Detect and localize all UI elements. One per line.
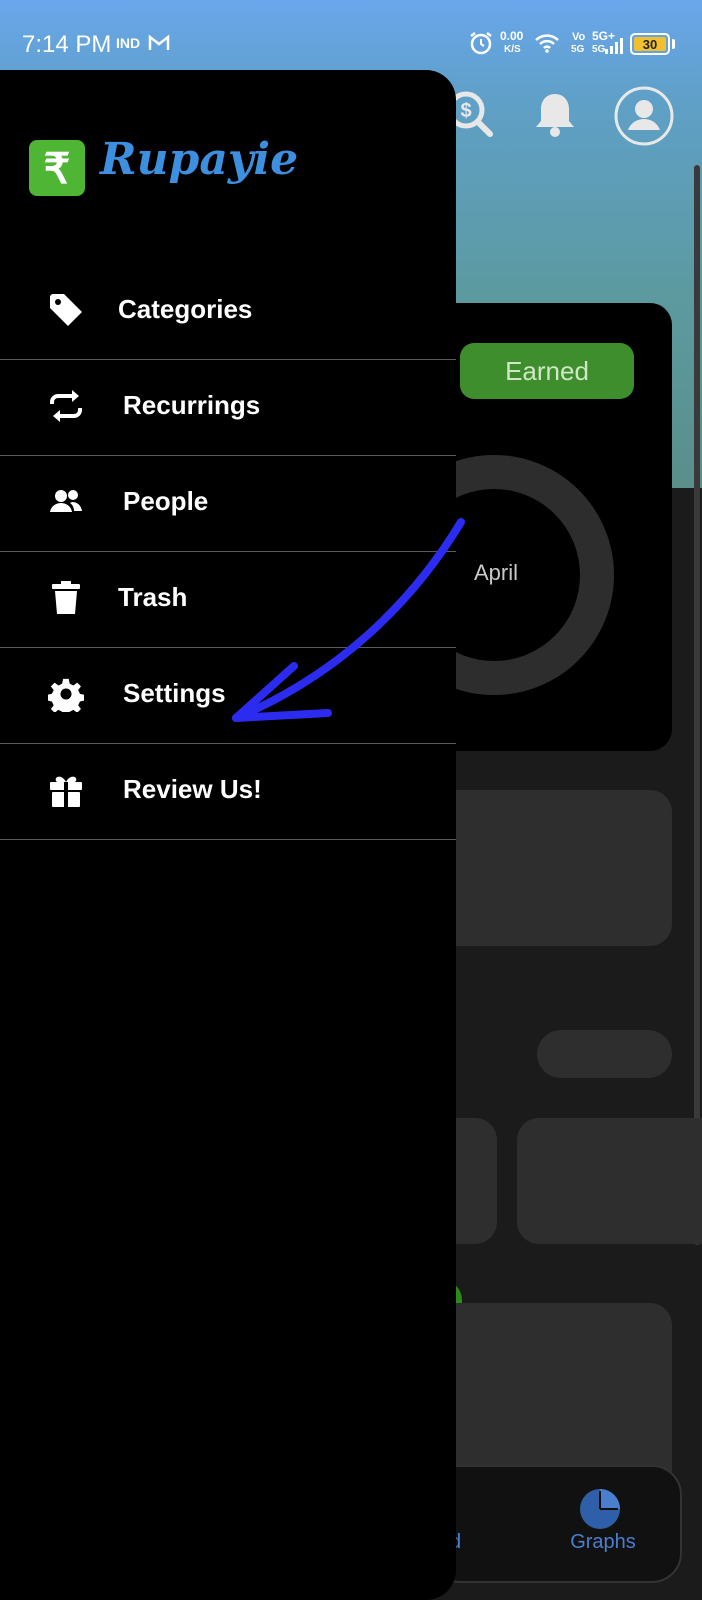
earned-tab[interactable]: Earned <box>460 343 634 399</box>
wifi-icon <box>535 34 559 53</box>
trash-icon <box>52 581 80 614</box>
menu-item-label: Settings <box>123 678 226 708</box>
battery-tip <box>672 39 675 49</box>
menu-item-label: Recurrings <box>123 390 261 420</box>
menu-item-categories[interactable]: Categories <box>0 264 456 360</box>
profile-icon[interactable] <box>612 84 676 148</box>
people-icon <box>50 490 82 512</box>
alarm-icon <box>470 32 492 55</box>
menu-item-label: Review Us! <box>123 774 262 804</box>
menu-item-recurrings[interactable]: Recurrings <box>0 360 456 456</box>
battery-level: 30 <box>634 37 666 52</box>
tag-icon <box>50 294 82 326</box>
net-speed-unit: K/S <box>504 44 521 55</box>
app-name: Rupayie <box>100 134 299 185</box>
donut-center-label: April <box>473 560 518 585</box>
volte-bottom: 5G <box>571 44 585 55</box>
pie-chart-icon[interactable] <box>578 1487 622 1531</box>
screen: $ Earned April d Graphs 7:14 PM IND <box>0 0 702 1600</box>
placeholder-pill <box>537 1030 672 1078</box>
carrier-tag: IND <box>116 35 141 51</box>
menu-item-review-us[interactable]: Review Us! <box>0 744 456 840</box>
bottom-navigation <box>430 1465 682 1583</box>
status-bar: 7:14 PM IND 0.00 K/S Vo 5G 5G+ 5G 30 <box>0 0 702 70</box>
signal-icon <box>605 38 623 54</box>
menu-item-settings[interactable]: Settings <box>0 648 456 744</box>
net-speed-value: 0.00 <box>500 29 524 43</box>
menu-item-label: People <box>123 486 209 516</box>
battery-icon: 30 <box>630 33 670 55</box>
menu-item-label: Categories <box>118 294 253 324</box>
volte-top: Vo <box>572 31 586 43</box>
svg-text:$: $ <box>460 100 471 122</box>
placeholder-card <box>420 790 672 946</box>
placeholder-tile <box>517 1118 702 1244</box>
nav-graphs-label[interactable]: Graphs <box>563 1531 643 1554</box>
gear-icon <box>48 678 84 712</box>
bell-icon[interactable] <box>524 84 586 146</box>
menu-item-people[interactable]: People <box>0 456 456 552</box>
navigation-drawer: ₹ Rupayie Categories Recurrings People T… <box>0 70 456 1600</box>
repeat-icon <box>50 390 82 422</box>
status-time: 7:14 PM <box>22 31 112 58</box>
rupee-logo-icon: ₹ <box>29 140 85 196</box>
scrollbar[interactable] <box>694 165 700 1245</box>
menu-item-label: Trash <box>118 582 188 612</box>
menu-item-trash[interactable]: Trash <box>0 552 456 648</box>
gift-icon <box>50 776 82 807</box>
gmail-icon <box>148 34 170 50</box>
